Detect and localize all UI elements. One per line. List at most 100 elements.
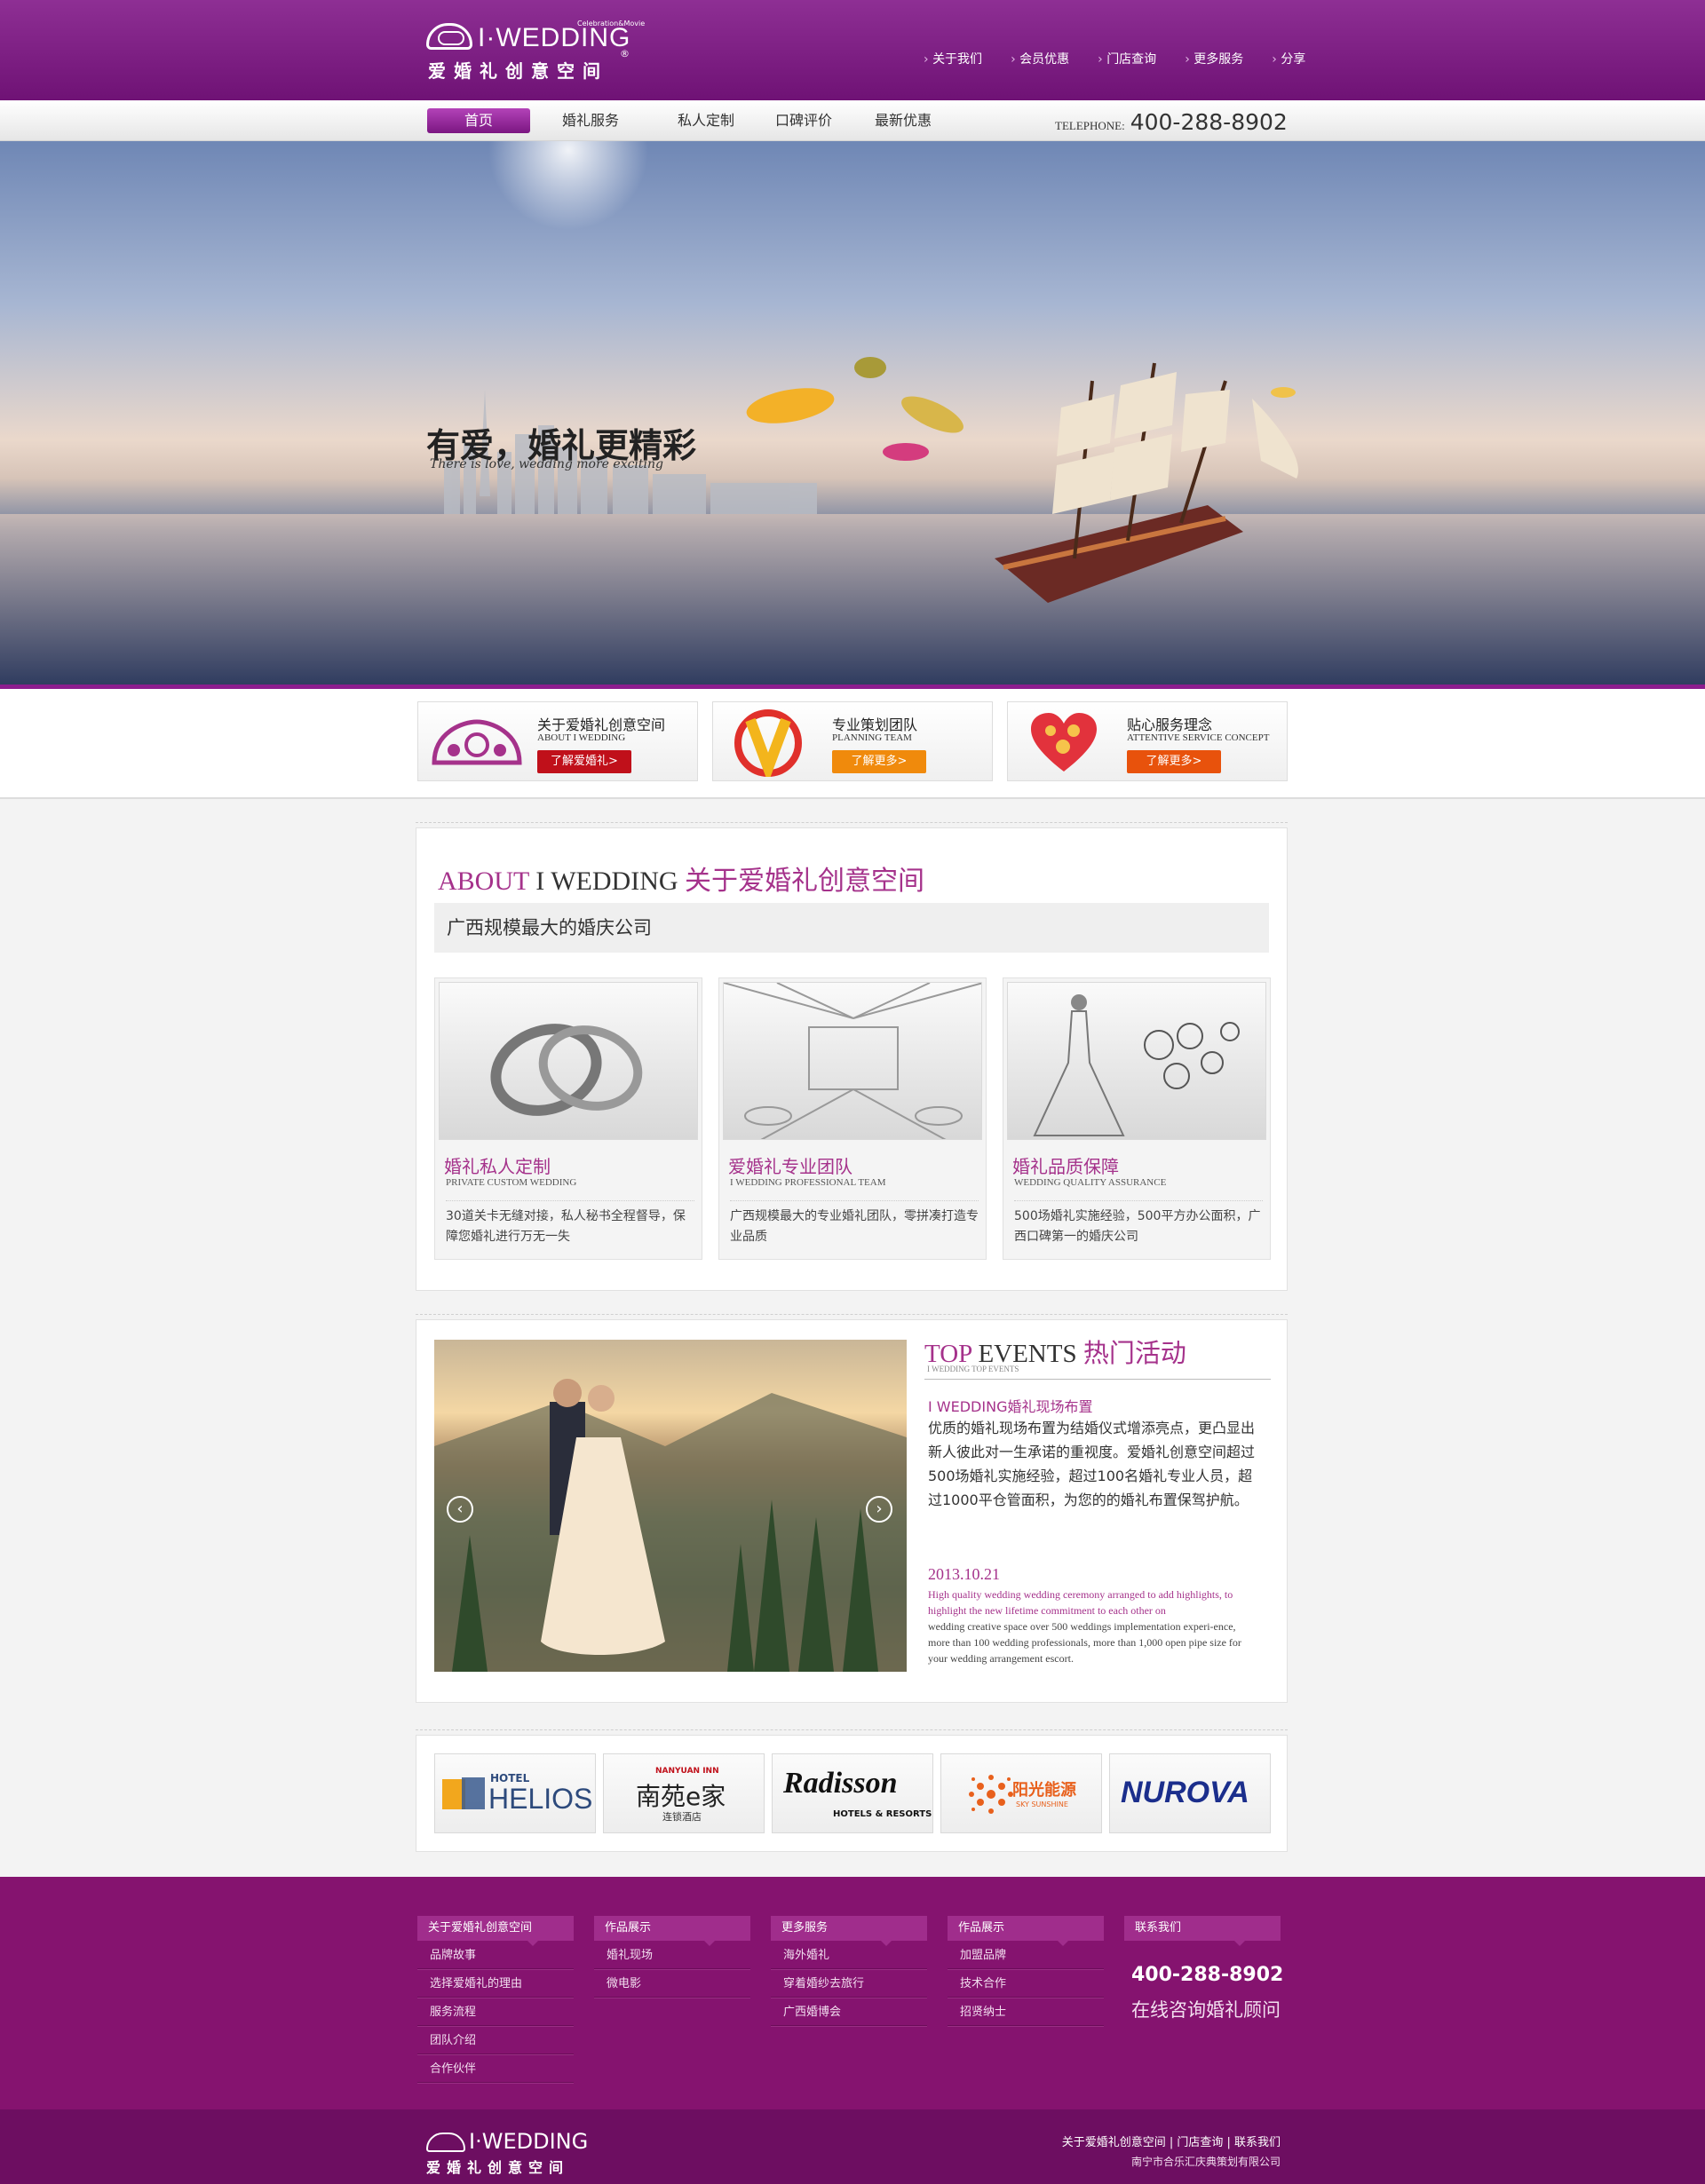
partner-logo-radisson[interactable]: Radisson HOTELS & RESORTS [772,1753,933,1833]
footer-bottom-links[interactable]: 关于爱婚礼创意空间 | 门店查询 | 联系我们 [1062,2133,1281,2149]
bride-image [1007,982,1266,1140]
card-subtitle: PRIVATE CUSTOM WEDDING [446,1177,577,1188]
footer-link[interactable]: 选择爱婚礼的理由 [417,1969,574,1998]
info-box-subtitle: PLANNING TEAM [832,732,912,743]
logo-text-en: I·WEDDING [478,23,631,52]
partner-logo-nanyuan[interactable]: NANYUAN INN 南苑e家 连锁酒店 [603,1753,765,1833]
divider [416,1729,1288,1730]
service-card-custom[interactable]: 婚礼私人定制 PRIVATE CUSTOM WEDDING 30道关卡无缝对接，… [434,977,702,1260]
telephone-label: TELEPHONE: [1055,119,1125,132]
events-small-title: I WEDDING TOP EVENTS [927,1365,1019,1373]
telephone: TELEPHONE: 400-288-8902 [1055,109,1288,135]
partner-text: NUROVA [1121,1776,1249,1809]
partner-logo-sky-sunshine[interactable]: 阳光能源 SKY SUNSHINE [940,1753,1102,1833]
prev-arrow-icon[interactable]: ‹ [447,1496,473,1523]
nav-wedding-service[interactable]: 婚礼服务 [551,108,630,133]
wedding-venue-icon [724,983,981,1139]
site-logo[interactable]: I·WEDDING Celebration&Movie 爱婚礼创意空间 ® [426,20,645,82]
info-box-title: 贴心服务理念 [1127,716,1213,733]
top-link-about[interactable]: 关于我们 [924,50,982,67]
event-heading[interactable]: I WEDDING婚礼现场布置 [928,1395,1092,1416]
card-title: 婚礼私人定制 [444,1156,551,1177]
partner-text: 连锁酒店 [662,1811,702,1823]
event-date: 2013.10.21 [928,1565,1000,1583]
learn-more-service-button[interactable]: 了解更多> [1127,750,1221,773]
partner-text: 南苑e家 [636,1782,726,1811]
footer-logo[interactable]: I·WEDDING 爱婚礼创意空间 [426,2127,604,2176]
team-v-logo-icon [734,709,802,777]
learn-about-button[interactable]: 了解爱婚礼> [537,750,631,773]
footer-link[interactable]: 加盟品牌 [948,1941,1104,1969]
footer-col-heading: 作品展示 [594,1916,750,1946]
about-title-a: ABOUT [438,866,529,896]
footer-link[interactable]: 婚礼现场 [594,1941,750,1969]
service-card-team[interactable]: 爱婚礼专业团队 I WEDDING PROFESSIONAL TEAM 广西规模… [718,977,987,1260]
event-photo-carousel[interactable]: ‹ › [434,1340,907,1672]
feature-strip: 关于爱婚礼创意空间 ABOUT I WEDDING 了解爱婚礼> 专业策划团队 … [0,689,1705,799]
info-box-service: 贴心服务理念 ATTENTIVE SERVICE CONCEPT 了解更多> [1007,701,1288,781]
event-en-body: wedding creative space over 500 weddings… [928,1620,1241,1665]
main-nav: 首页 婚礼服务 私人定制 口碑评价 最新优惠 TELEPHONE: 400-288… [0,100,1705,141]
online-consult-link[interactable]: 在线咨询婚礼顾问 [1131,1996,1281,2022]
learn-more-team-button[interactable]: 了解更多> [832,750,926,773]
footer-link[interactable]: 服务流程 [417,1998,574,2026]
partner-text: SKY SUNSHINE [1016,1800,1068,1808]
events-divider [924,1379,1271,1380]
divider [416,1314,1288,1315]
footer-link[interactable]: 广西婚博会 [771,1998,927,2026]
footer-copyright: 南宁市合乐汇庆典策划有限公司 [1130,2156,1281,2168]
info-box-subtitle: ATTENTIVE SERVICE CONCEPT [1127,732,1270,743]
logo-ornament-icon [426,2133,465,2152]
partner-text: HOTELS & RESORTS [833,1809,932,1819]
footer-col-heading: 联系我们 [1124,1916,1281,1946]
card-subtitle: WEDDING QUALITY ASSURANCE [1014,1177,1167,1188]
footer-phone[interactable]: 400-288-8902 [1131,1964,1283,1986]
partner-text: Radisson [783,1767,898,1800]
about-section: ABOUT I WEDDING 关于爱婚礼创意空间 广西规模最大的婚庆公司 婚礼… [416,827,1288,1291]
footer-link[interactable]: 招贤纳士 [948,1998,1104,2026]
partner-text: 阳光能源 [1012,1781,1076,1800]
bride-sketch-icon [1033,994,1240,1136]
footer-col-heading: 作品展示 [948,1916,1104,1946]
rings-image [439,982,698,1140]
next-arrow-icon[interactable]: › [866,1496,892,1523]
footer-link[interactable]: 技术合作 [948,1969,1104,1998]
footer-link[interactable]: 团队介绍 [417,2026,574,2054]
nav-reviews[interactable]: 口碑评价 [764,108,844,133]
footer-link[interactable]: 穿着婚纱去旅行 [771,1969,927,1998]
telephone-number: 400-288-8902 [1130,109,1288,135]
top-link-more[interactable]: 更多服务 [1185,50,1243,67]
registered-mark: ® [620,48,630,59]
about-title: ABOUT I WEDDING 关于爱婚礼创意空间 [438,859,924,898]
flying-petal-icon [746,388,835,423]
top-links: 关于我们 会员优惠 门店查询 更多服务 分享 [924,50,1334,67]
top-link-share[interactable]: 分享 [1272,50,1305,67]
logo-text-cn: 爱婚礼创意空间 [428,60,608,82]
footer-col-heading: 关于爱婚礼创意空间 [417,1916,574,1946]
footer-link[interactable]: 海外婚礼 [771,1941,927,1969]
logo-ornament-icon [426,23,472,50]
logo-small-text: Celebration&Movie [577,20,646,28]
footer-link[interactable]: 品牌故事 [417,1941,574,1969]
couple-photo [434,1379,907,1672]
info-box-subtitle: ABOUT I WEDDING [537,732,626,743]
top-link-member[interactable]: 会员优惠 [1011,50,1069,67]
partner-logo-helios[interactable]: HOTEL HELIOS [434,1753,596,1833]
sun-flare-icon [488,141,648,230]
footer-logo-en: I·WEDDING [469,2129,589,2154]
footer-link[interactable]: 合作伙伴 [417,2054,574,2083]
footer-col-services: 更多服务 海外婚礼 穿着婚纱去旅行 广西婚博会 [771,1916,927,2026]
nav-private-custom[interactable]: 私人定制 [666,108,746,133]
nav-offers[interactable]: 最新优惠 [863,108,943,133]
partner-text: HELIOS [488,1783,593,1815]
footer-col-about: 关于爱婚礼创意空间 品牌故事 选择爱婚礼的理由 服务流程 团队介绍 合作伙伴 [417,1916,574,2083]
top-link-stores[interactable]: 门店查询 [1098,50,1156,67]
footer-link[interactable]: 微电影 [594,1969,750,1998]
event-paragraph: 优质的婚礼现场布置为结婚仪式增添亮点，更凸显出新人彼此对一生承诺的重视度。爱婚礼… [928,1420,1256,1508]
footer-bottom-bar: I·WEDDING 爱婚礼创意空间 关于爱婚礼创意空间 | 门店查询 | 联系我… [0,2109,1705,2184]
partner-logo-nurova[interactable]: NUROVA [1109,1753,1271,1833]
nav-home[interactable]: 首页 [427,108,530,133]
banner-illustration [0,141,1705,684]
top-header: I·WEDDING Celebration&Movie 爱婚礼创意空间 ® 关于… [0,0,1705,100]
service-card-quality[interactable]: 婚礼品质保障 WEDDING QUALITY ASSURANCE 500场婚礼实… [1003,977,1271,1260]
